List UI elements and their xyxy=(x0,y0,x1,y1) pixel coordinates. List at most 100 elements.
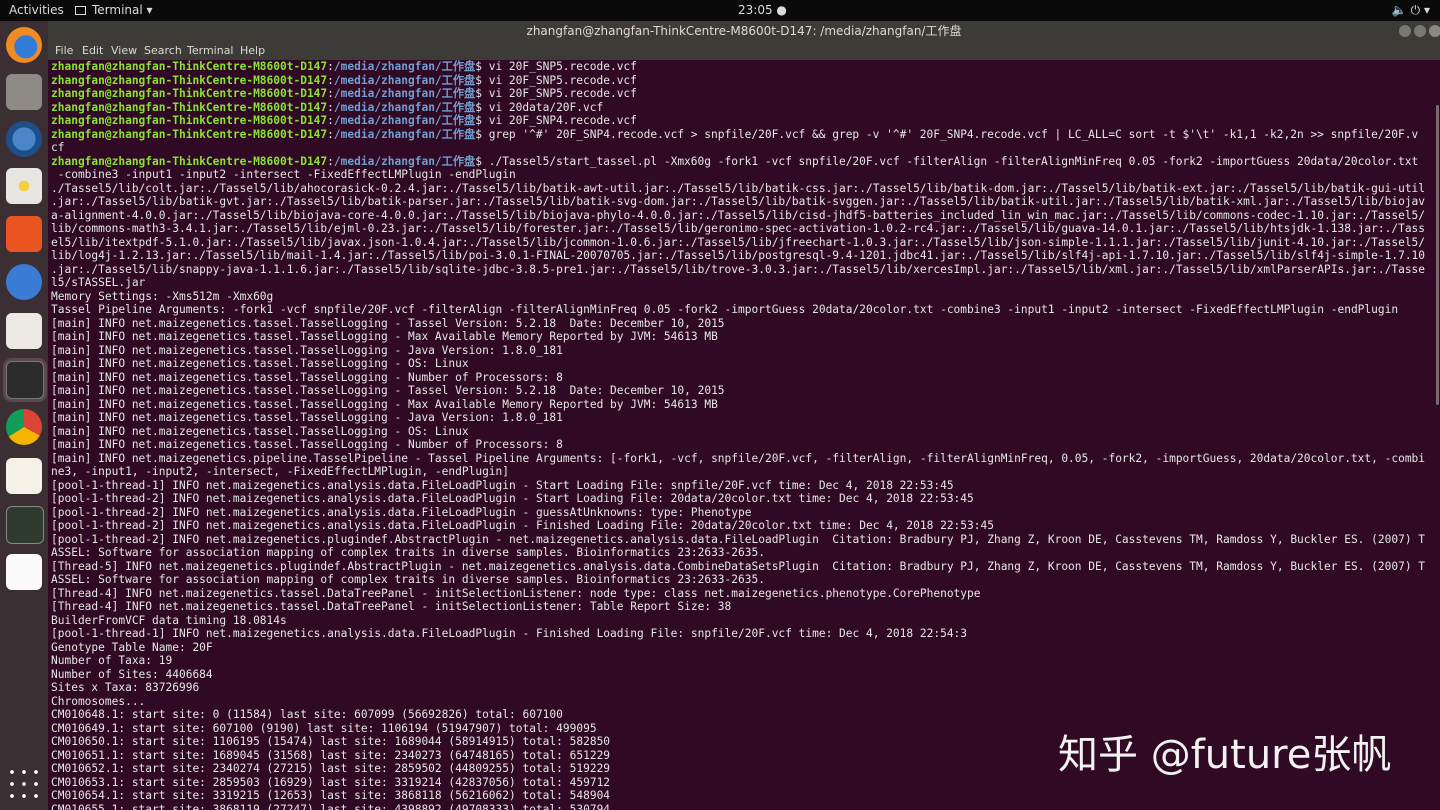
output-text: BuilderFromVCF data timing 18.0814s xyxy=(51,613,287,627)
output-text: [pool-1-thread-1] INFO net.maizegenetics… xyxy=(51,478,954,492)
output-text: [main] INFO net.maizegenetics.tassel.Tas… xyxy=(51,438,563,451)
command-text: $ vi 20F_SNP5.recode.vcf xyxy=(475,60,637,73)
output-line: Sites x Taxa: 83726996 xyxy=(51,681,1425,695)
close-icon[interactable] xyxy=(1429,25,1440,37)
prompt-line: zhangfan@zhangfan-ThinkCentre-M8600t-D14… xyxy=(51,74,1425,88)
app-menu[interactable]: Terminal ▾ xyxy=(75,3,153,17)
dock xyxy=(0,21,48,810)
output-text: [main] INFO net.maizegenetics.tassel.Tas… xyxy=(51,424,469,438)
prompt-user: zhangfan@zhangfan-ThinkCentre-M8600t-D14… xyxy=(51,100,328,114)
output-text: a-alignment-4.0.0.jar:./Tassel5/lib/bioj… xyxy=(51,208,1426,222)
output-text: [main] INFO net.maizegenetics.tassel.Tas… xyxy=(51,330,718,343)
prompt-user: zhangfan@zhangfan-ThinkCentre-M8600t-D14… xyxy=(51,60,328,73)
prompt-colon: : xyxy=(327,114,334,127)
output-text: CM010650.1: start site: 1106195 (15474) … xyxy=(51,735,611,748)
output-text: .jar:./Tassel5/lib/snappy-java-1.1.1.6.j… xyxy=(51,262,1426,276)
output-text: CM010652.1: start site: 2340274 (27215) … xyxy=(51,762,611,775)
volume-icon: 🔈 xyxy=(1391,3,1407,17)
menu-search[interactable]: Search xyxy=(144,44,182,57)
output-text: el5/lib/itextpdf-5.1.0.jar:./Tassel5/lib… xyxy=(51,235,1426,249)
menu-view[interactable]: View xyxy=(111,44,137,57)
prompt-colon: : xyxy=(327,154,334,168)
output-text: Sites x Taxa: 83726996 xyxy=(51,681,200,694)
output-line: el5/lib/itextpdf-5.1.0.jar:./Tassel5/lib… xyxy=(51,236,1425,250)
output-text: CM010648.1: start site: 0 (11584) last s… xyxy=(51,708,563,721)
output-line: Memory Settings: -Xms512m -Xmx60g xyxy=(51,290,1425,304)
clock[interactable]: 23:05 ● xyxy=(738,3,787,17)
prompt-line: zhangfan@zhangfan-ThinkCentre-M8600t-D14… xyxy=(51,101,1425,115)
activities-button[interactable]: Activities xyxy=(9,3,64,17)
output-line: l5/sTASSEL.jar xyxy=(51,276,1425,290)
window-titlebar[interactable]: zhangfan@zhangfan-ThinkCentre-M8600t-D14… xyxy=(48,21,1440,42)
window-title: zhangfan@zhangfan-ThinkCentre-M8600t-D14… xyxy=(526,24,962,38)
output-line: ASSEL: Software for association mapping … xyxy=(51,573,1425,587)
output-text: CM010653.1: start site: 2859503 (16929) … xyxy=(51,775,611,789)
scrollbar[interactable] xyxy=(1435,60,1440,810)
software-center-icon[interactable] xyxy=(6,216,42,252)
prompt-user: zhangfan@zhangfan-ThinkCentre-M8600t-D14… xyxy=(51,114,328,127)
output-line: -combine3 -input1 -input2 -intersect -Fi… xyxy=(51,168,1425,182)
output-line: ne3, -input1, -input2, -intersect, -Fixe… xyxy=(51,465,1425,479)
output-text: [pool-1-thread-2] INFO net.maizegenetics… xyxy=(51,519,994,532)
output-line: lib/commons-math3-3.4.1.jar:./Tassel5/li… xyxy=(51,222,1425,236)
menu-bar: File Edit View Search Terminal Help xyxy=(48,42,1440,60)
text-editor-icon[interactable] xyxy=(6,458,42,494)
output-line: CM010654.1: start site: 3319215 (12653) … xyxy=(51,789,1425,803)
menu-terminal[interactable]: Terminal xyxy=(187,44,234,57)
minimize-icon[interactable] xyxy=(1399,25,1411,37)
output-text: CM010655.1: start site: 3868119 (27247) … xyxy=(51,802,611,810)
output-text: [Thread-5] INFO net.maizegenetics.plugin… xyxy=(51,559,1426,573)
output-text: ./Tassel5/lib/colt.jar:./Tassel5/lib/aho… xyxy=(51,181,1426,195)
command-text: $ vi 20F_SNP5.recode.vcf xyxy=(475,73,637,87)
output-line: Number of Sites: 4406684 xyxy=(51,668,1425,682)
output-line: [pool-1-thread-2] INFO net.maizegenetics… xyxy=(51,506,1425,520)
prompt-path: /media/zhangfan/工作盘 xyxy=(333,154,476,168)
output-text: [main] INFO net.maizegenetics.tassel.Tas… xyxy=(51,370,563,384)
output-line: .jar:./Tassel5/lib/snappy-java-1.1.1.6.j… xyxy=(51,263,1425,277)
menu-edit[interactable]: Edit xyxy=(82,44,103,57)
thunderbird-icon[interactable] xyxy=(6,121,42,157)
output-text: [Thread-4] INFO net.maizegenetics.tassel… xyxy=(51,586,981,600)
command-text: $ ./Tassel5/start_tassel.pl -Xmx60g -for… xyxy=(475,154,1419,168)
files-icon[interactable] xyxy=(6,74,42,110)
output-text: [pool-1-thread-2] INFO net.maizegenetics… xyxy=(51,492,974,505)
output-text: [main] INFO net.maizegenetics.tassel.Tas… xyxy=(51,316,725,330)
chevron-down-icon: ▾ xyxy=(1423,3,1430,17)
output-line: [main] INFO net.maizegenetics.tassel.Tas… xyxy=(51,384,1425,398)
chrome-icon[interactable] xyxy=(6,409,42,445)
output-line: Chromosomes... xyxy=(51,695,1425,709)
grid-icon[interactable] xyxy=(6,766,42,802)
prompt-user: zhangfan@zhangfan-ThinkCentre-M8600t-D14… xyxy=(51,154,328,168)
output-line: [pool-1-thread-2] INFO net.maizegenetics… xyxy=(51,533,1425,547)
help-icon[interactable] xyxy=(6,264,42,300)
output-line: CM010648.1: start site: 0 (11584) last s… xyxy=(51,708,1425,722)
amazon-icon[interactable] xyxy=(6,313,42,349)
lit-icon[interactable] xyxy=(6,554,42,590)
output-line: [pool-1-thread-1] INFO net.maizegenetics… xyxy=(51,479,1425,493)
output-text: [pool-1-thread-1] INFO net.maizegenetics… xyxy=(51,627,968,640)
system-monitor-icon[interactable] xyxy=(6,506,44,544)
prompt-path: /media/zhangfan/工作盘 xyxy=(333,114,476,127)
scrollbar-thumb[interactable] xyxy=(1436,105,1439,405)
menu-file[interactable]: File xyxy=(55,44,73,57)
output-text: [pool-1-thread-2] INFO net.maizegenetics… xyxy=(51,505,752,519)
output-line: [pool-1-thread-2] INFO net.maizegenetics… xyxy=(51,492,1425,506)
output-text: .jar:./Tassel5/lib/batik-gvt.jar:./Tasse… xyxy=(51,195,1426,208)
terminal-output[interactable]: zhangfan@zhangfan-ThinkCentre-M8600t-D14… xyxy=(48,60,1435,810)
prompt-colon: : xyxy=(327,127,334,141)
system-menu[interactable]: 🔈 ⏻ ▾ xyxy=(1392,3,1430,18)
rhythmbox-icon[interactable] xyxy=(6,168,42,204)
output-line: CM010655.1: start site: 3868119 (27247) … xyxy=(51,803,1425,810)
terminal-icon[interactable] xyxy=(6,361,44,399)
firefox-icon[interactable] xyxy=(6,27,42,63)
output-text: -combine3 -input1 -input2 -intersect -Fi… xyxy=(51,168,516,181)
output-text: Memory Settings: -Xms512m -Xmx60g xyxy=(51,289,274,303)
menu-help[interactable]: Help xyxy=(240,44,265,57)
output-text: CM010649.1: start site: 607100 (9190) la… xyxy=(51,721,597,735)
prompt-line: zhangfan@zhangfan-ThinkCentre-M8600t-D14… xyxy=(51,114,1425,128)
output-text: [main] INFO net.maizegenetics.pipeline.T… xyxy=(51,451,1426,465)
maximize-icon[interactable] xyxy=(1414,25,1426,37)
prompt-path: /media/zhangfan/工作盘 xyxy=(333,60,476,73)
output-text: ASSEL: Software for association mapping … xyxy=(51,573,765,586)
command-text: $ grep '^#' 20F_SNP4.recode.vcf > snpfil… xyxy=(475,127,1419,141)
